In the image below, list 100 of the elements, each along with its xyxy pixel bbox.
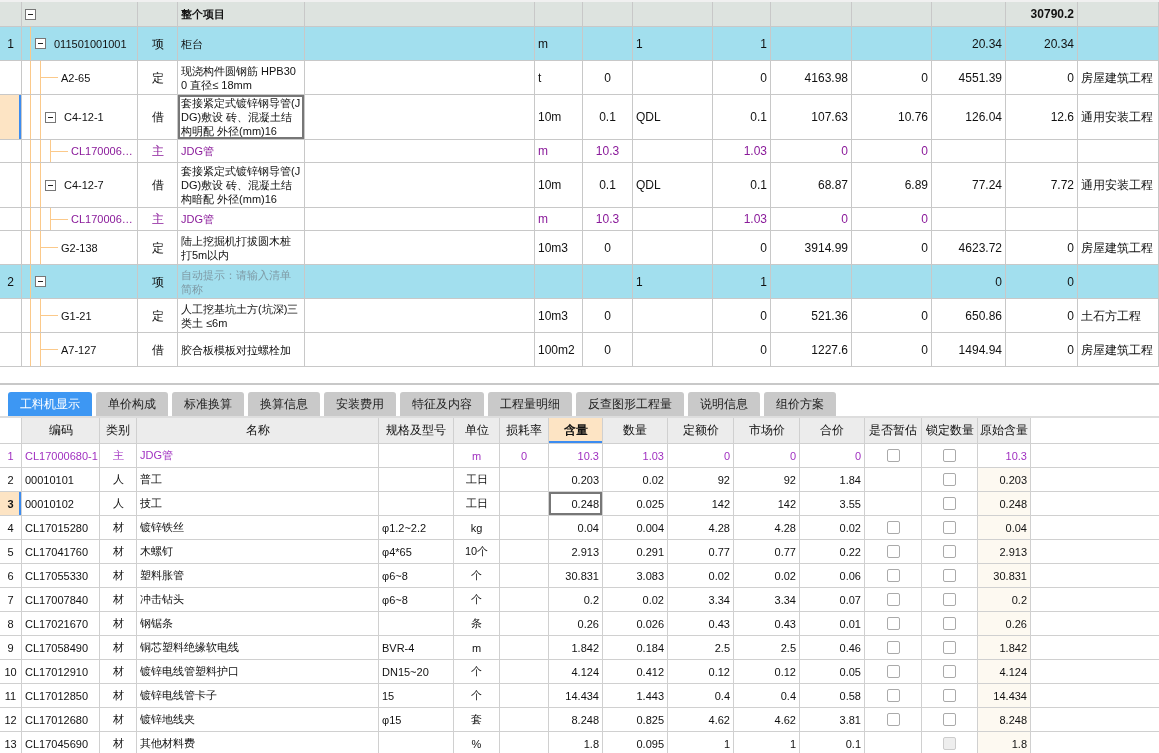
checkbox[interactable] — [886, 665, 900, 678]
checkbox[interactable] — [886, 641, 900, 654]
table-cell: 0.77 — [668, 540, 734, 563]
checkbox[interactable] — [943, 449, 956, 462]
table-cell: 0 — [1006, 333, 1078, 366]
table-cell: 1 — [713, 27, 771, 60]
tab[interactable]: 标准换算 — [172, 392, 244, 416]
table-cell: 2.5 — [668, 636, 734, 659]
table-cell: 0.02 — [603, 588, 668, 611]
column-header[interactable]: 原始含量 — [978, 418, 1031, 443]
table-cell: 人 — [100, 492, 137, 515]
tab[interactable]: 换算信息 — [248, 392, 320, 416]
checkbox[interactable] — [886, 569, 900, 582]
item-code: G1-21 — [60, 308, 92, 323]
checkbox[interactable] — [943, 545, 956, 558]
collapse-icon[interactable] — [25, 8, 36, 20]
table-cell: 0.825 — [603, 708, 668, 731]
checkbox[interactable] — [943, 473, 956, 486]
row-number: 6 — [0, 564, 22, 587]
table-cell: CL17021670 — [22, 612, 100, 635]
column-header[interactable]: 类别 — [100, 418, 137, 443]
checkbox[interactable] — [886, 617, 900, 630]
checkbox[interactable] — [943, 713, 956, 726]
column-header[interactable]: 市场价 — [734, 418, 800, 443]
checkbox[interactable] — [886, 713, 900, 726]
table-cell: 条 — [454, 612, 500, 635]
collapse-icon[interactable] — [45, 179, 56, 191]
column-header[interactable]: 锁定数量 — [922, 418, 978, 443]
checkbox[interactable] — [886, 689, 900, 702]
column-header[interactable]: 编码 — [22, 418, 100, 443]
table-cell: 0 — [932, 265, 1006, 298]
table-cell: 0.02 — [734, 564, 800, 587]
table-cell: φ4*65 — [379, 540, 454, 563]
table-cell: 0.06 — [800, 564, 865, 587]
column-header[interactable]: 名称 — [137, 418, 379, 443]
table-cell: 0.26 — [978, 612, 1031, 635]
checkbox[interactable] — [886, 545, 900, 558]
table-cell: 个 — [454, 564, 500, 587]
table-cell: 0.22 — [800, 540, 865, 563]
checkbox[interactable] — [943, 521, 956, 534]
tab[interactable]: 特征及内容 — [400, 392, 484, 416]
row-number: 11 — [0, 684, 22, 707]
table-cell: φ1.2~2.2 — [379, 516, 454, 539]
tab[interactable]: 工程量明细 — [488, 392, 572, 416]
column-header[interactable]: 定额价 — [668, 418, 734, 443]
checkbox[interactable] — [943, 497, 956, 510]
column-header[interactable]: 数量 — [603, 418, 668, 443]
table-cell: 0 — [583, 333, 633, 366]
table-cell[interactable]: 0.248 — [549, 492, 603, 515]
table-cell: 0.02 — [603, 468, 668, 491]
checkbox[interactable] — [943, 593, 956, 606]
table-cell: 0 — [771, 208, 852, 230]
table-cell: 10.76 — [852, 95, 932, 139]
checkbox[interactable] — [886, 449, 900, 462]
checkbox[interactable] — [943, 689, 956, 702]
checkbox[interactable] — [943, 665, 956, 678]
checkbox[interactable] — [943, 617, 956, 630]
column-header[interactable]: 是否暂估 — [865, 418, 922, 443]
item-code: A2-65 — [60, 70, 91, 85]
table-cell: JDG管 — [178, 208, 305, 230]
checkbox[interactable] — [886, 593, 900, 606]
column-header[interactable]: 规格及型号 — [379, 418, 454, 443]
table-cell: 材 — [100, 612, 137, 635]
table-cell: 4.124 — [978, 660, 1031, 683]
column-header[interactable]: 含量 — [549, 418, 603, 443]
table-cell: 0 — [771, 140, 852, 162]
table-cell: m — [454, 636, 500, 659]
table-cell[interactable]: 套接紧定式镀锌钢导管(JDG)敷设 砖、混凝土结构明配 外径(mm)16 — [178, 95, 305, 139]
table-cell: 4.62 — [668, 708, 734, 731]
table-cell: 0.248 — [978, 492, 1031, 515]
table-cell: 0.184 — [603, 636, 668, 659]
tab[interactable]: 单价构成 — [96, 392, 168, 416]
column-header[interactable]: 合价 — [800, 418, 865, 443]
collapse-icon[interactable] — [35, 276, 46, 287]
table-cell: 30.831 — [978, 564, 1031, 587]
table-cell: 0.025 — [603, 492, 668, 515]
collapse-icon[interactable] — [35, 38, 46, 49]
checkbox[interactable] — [886, 521, 900, 534]
tab[interactable]: 组价方案 — [764, 392, 836, 416]
table-cell: 1.84 — [800, 468, 865, 491]
tab[interactable]: 安装费用 — [324, 392, 396, 416]
collapse-icon[interactable] — [45, 111, 56, 123]
checkbox[interactable] — [943, 569, 956, 582]
row-number: 7 — [0, 588, 22, 611]
tab[interactable]: 反查图形工程量 — [576, 392, 684, 416]
table-cell: 钢锯条 — [137, 612, 379, 635]
table-cell: 6.89 — [852, 163, 932, 207]
checkbox[interactable] — [943, 641, 956, 654]
table-cell: 10.3 — [583, 208, 633, 230]
table-cell: 主 — [138, 140, 178, 162]
tab[interactable]: 说明信息 — [688, 392, 760, 416]
table-cell: 铜芯塑料绝缘软电线 — [137, 636, 379, 659]
row-marker[interactable] — [0, 95, 22, 139]
table-cell: 1227.6 — [771, 333, 852, 366]
column-header[interactable]: 损耗率 — [500, 418, 549, 443]
table-cell: 30790.2 — [1006, 2, 1078, 26]
table-cell: 12.6 — [1006, 95, 1078, 139]
column-header[interactable]: 单位 — [454, 418, 500, 443]
project-name: 整个项目 — [178, 2, 305, 26]
table-cell: 0 — [713, 333, 771, 366]
